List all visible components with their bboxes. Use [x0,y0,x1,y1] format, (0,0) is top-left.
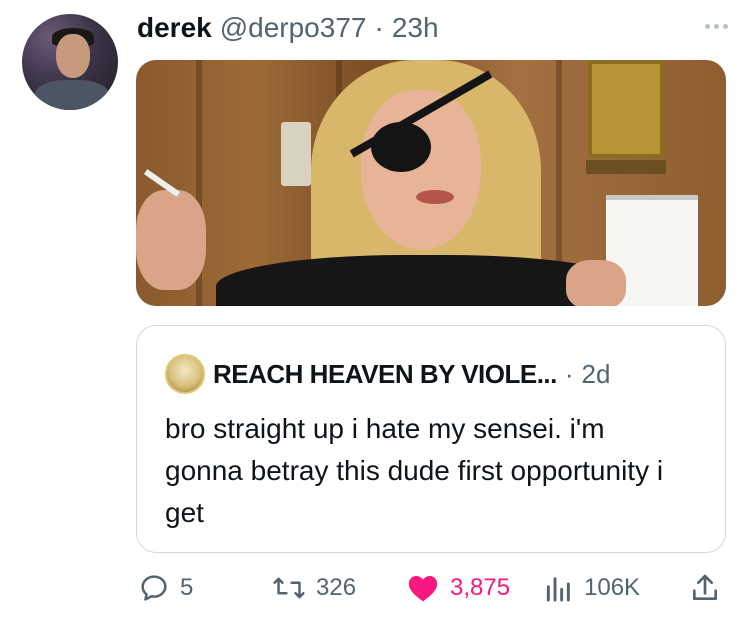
like-button[interactable]: 3,875 [406,570,510,606]
quoted-tweet-card[interactable]: REACH HEAVEN BY VIOLE... · 2d bro straig… [136,325,726,553]
tweet-action-bar: 5 326 3,875 106K [136,570,726,606]
views-count: 106K [584,574,641,601]
views-icon [544,572,574,604]
author-handle[interactable]: @derpo377 [220,12,367,44]
reply-button[interactable]: 5 [138,570,193,606]
header-separator: · [374,12,384,43]
tweet-header: derek @derpo377 · 23h [137,12,439,46]
reply-count: 5 [180,574,194,601]
quoted-author-name: REACH HEAVEN BY VIOLE... [213,358,557,389]
reply-icon [138,572,170,604]
quoted-tweet-text: bro straight up i hate my sensei. i'm go… [165,413,664,528]
author-avatar[interactable] [22,14,118,110]
retweet-count: 326 [316,574,357,601]
tweet-time[interactable]: 23h [392,12,439,44]
share-icon [690,572,720,604]
quoted-tweet-header: REACH HEAVEN BY VIOLE... · 2d [165,354,610,394]
more-horizontal-icon[interactable] [705,24,728,29]
quoted-header-separator: · [564,358,574,389]
retweet-icon [272,572,306,604]
avatar-face [56,34,90,78]
quoted-author-avatar [165,354,205,394]
avatar-shirt [34,80,110,110]
views-button[interactable]: 106K [544,570,640,606]
share-button[interactable] [690,570,720,606]
tweet-media-image[interactable] [136,60,726,306]
retweet-button[interactable]: 326 [272,570,356,606]
heart-icon [406,572,440,604]
author-name[interactable]: derek [137,12,212,44]
like-count: 3,875 [450,574,511,601]
quoted-tweet-time: 2d [581,358,611,389]
